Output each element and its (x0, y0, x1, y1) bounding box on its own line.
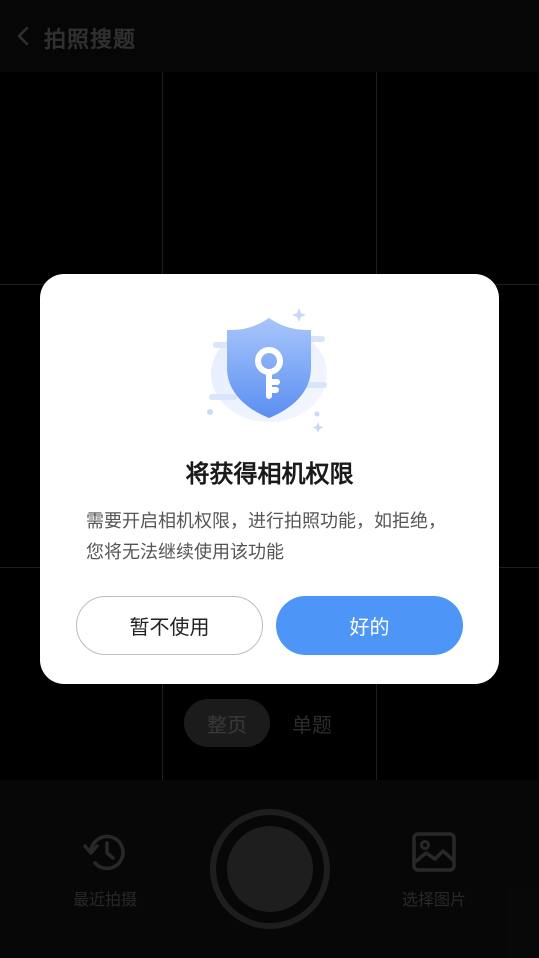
shield-key-icon (207, 308, 327, 432)
dialog-message: 需要开启相机权限，进行拍照功能，如拒绝，您将无法继续使用该功能 (86, 511, 446, 563)
dialog-title: 将获得相机权限 (185, 460, 354, 488)
not-now-button[interactable]: 暂不使用 (76, 596, 263, 655)
ok-button[interactable]: 好的 (276, 596, 463, 655)
camera-permission-dialog: 将获得相机权限 需要开启相机权限，进行拍照功能，如拒绝，您将无法继续使用该功能 … (40, 274, 499, 684)
